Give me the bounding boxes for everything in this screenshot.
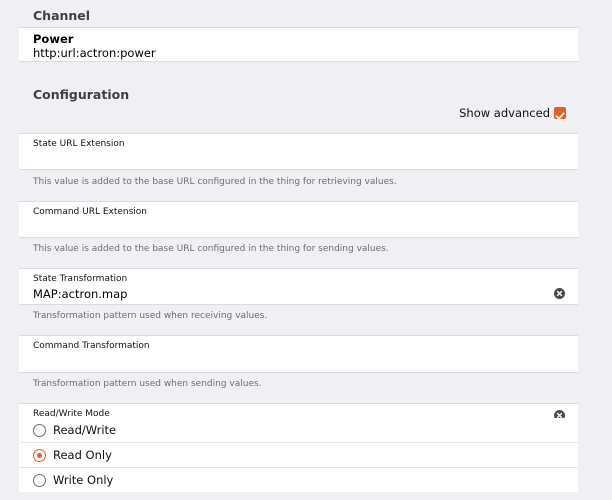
command-transformation-field[interactable]: Command Transformation bbox=[19, 335, 578, 373]
radio-label-write-only: Write Only bbox=[53, 473, 114, 487]
state-transformation-field[interactable]: State Transformation MAP:actron.map bbox=[19, 268, 578, 305]
state-url-extension-field[interactable]: State URL Extension bbox=[19, 133, 578, 170]
command-url-extension-field[interactable]: Command URL Extension bbox=[19, 201, 578, 238]
command-transformation-label: Command Transformation bbox=[33, 341, 150, 351]
checkbox-checked-icon[interactable] bbox=[554, 107, 566, 120]
channel-uid: http:url:actron:power bbox=[33, 46, 156, 60]
command-transformation-description: Transformation pattern used when sending… bbox=[33, 379, 262, 389]
command-url-extension-label: Command URL Extension bbox=[33, 207, 148, 217]
configuration-heading: Configuration bbox=[33, 87, 130, 102]
radio-option-read-write[interactable]: Read/Write bbox=[19, 418, 578, 443]
radio-label-read-write: Read/Write bbox=[53, 423, 117, 437]
clear-icon[interactable] bbox=[554, 288, 565, 299]
radio-read-write[interactable] bbox=[33, 424, 46, 437]
state-url-extension-description: This value is added to the base URL conf… bbox=[33, 177, 397, 187]
command-url-extension-description: This value is added to the base URL conf… bbox=[33, 244, 389, 254]
radio-read-only[interactable] bbox=[33, 449, 46, 462]
show-advanced-toggle[interactable]: Show advanced bbox=[459, 106, 566, 120]
radio-option-write-only[interactable]: Write Only bbox=[19, 467, 578, 492]
radio-write-only[interactable] bbox=[33, 474, 46, 487]
state-transformation-label: State Transformation bbox=[33, 274, 128, 284]
channel-heading: Channel bbox=[33, 8, 91, 23]
state-transformation-input[interactable]: MAP:actron.map bbox=[33, 287, 127, 301]
channel-card[interactable]: Power http:url:actron:power bbox=[19, 27, 578, 62]
state-transformation-description: Transformation pattern used when receivi… bbox=[33, 311, 268, 321]
radio-option-read-only[interactable]: Read Only bbox=[19, 442, 578, 467]
state-url-extension-label: State URL Extension bbox=[33, 139, 125, 149]
channel-config-page: Channel Power http:url:actron:power Conf… bbox=[0, 0, 612, 500]
channel-name: Power bbox=[33, 32, 74, 46]
radio-label-read-only: Read Only bbox=[53, 448, 112, 462]
show-advanced-label: Show advanced bbox=[459, 106, 550, 120]
